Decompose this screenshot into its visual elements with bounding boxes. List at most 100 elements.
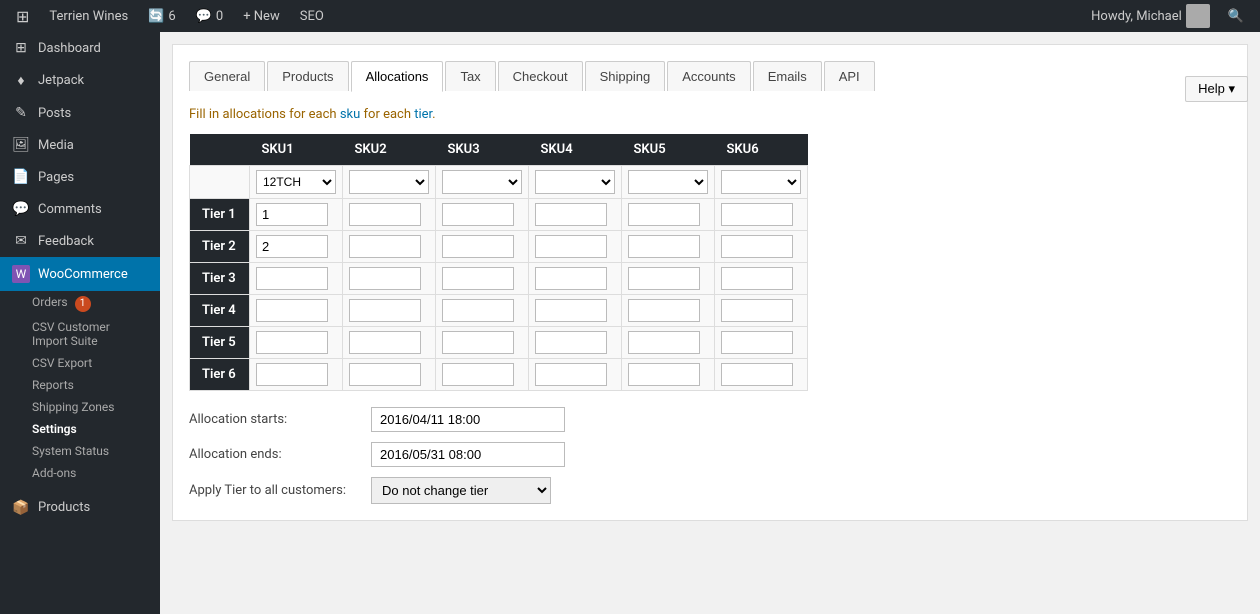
tier3-sku5-input[interactable] — [628, 267, 700, 290]
sku5-dropdown[interactable] — [628, 170, 708, 194]
tier1-sku1-input[interactable] — [256, 203, 328, 226]
tab-emails[interactable]: Emails — [753, 61, 822, 91]
col-header-sku1: SKU1 — [250, 134, 343, 166]
tier6-label: Tier 6 — [190, 359, 250, 391]
new-button[interactable]: + New — [235, 0, 288, 32]
sidebar-item-pages[interactable]: 📄 Pages — [0, 161, 160, 193]
allocation-starts-input[interactable] — [371, 407, 565, 432]
tab-general[interactable]: General — [189, 61, 265, 91]
tier2-sku2-input[interactable] — [349, 235, 421, 258]
sidebar-item-media[interactable]: 🖼 Media — [0, 129, 160, 161]
products-icon: 📦 — [12, 500, 30, 516]
tier4-sku1-input[interactable] — [256, 299, 328, 322]
tier-link[interactable]: tier — [414, 107, 432, 122]
sidebar-item-jetpack[interactable]: ♦ Jetpack — [0, 64, 160, 97]
tier6-sku1-input[interactable] — [256, 363, 328, 386]
apply-tier-select[interactable]: Do not change tier Tier 1 Tier 2 Tier 3 … — [371, 477, 551, 504]
sidebar-sub-reports[interactable]: Reports — [0, 374, 160, 396]
tier1-sku4-input[interactable] — [535, 203, 607, 226]
updates-count: 6 — [168, 9, 175, 24]
sidebar-item-products[interactable]: 📦 Products — [0, 492, 160, 524]
sku1-dropdown[interactable]: 12TCH — [256, 170, 336, 194]
tier2-sku6-input[interactable] — [721, 235, 793, 258]
updates-button[interactable]: 🔄 6 — [140, 0, 184, 32]
tier6-sku6-input[interactable] — [721, 363, 793, 386]
tab-accounts[interactable]: Accounts — [667, 61, 750, 91]
tier3-sku6-input[interactable] — [721, 267, 793, 290]
sidebar-item-woocommerce[interactable]: W WooCommerce — [0, 257, 160, 291]
tier6-sku5-input[interactable] — [628, 363, 700, 386]
comments-button[interactable]: 💬 0 — [188, 0, 232, 32]
tier4-sku5-input[interactable] — [628, 299, 700, 322]
sku3-dropdown[interactable] — [442, 170, 522, 194]
shipping-zones-label: Shipping Zones — [32, 400, 114, 414]
allocation-table: SKU1 SKU2 SKU3 SKU4 SKU5 SKU6 12 — [189, 134, 808, 391]
howdy-section[interactable]: Howdy, Michael — [1083, 0, 1218, 32]
sku-link[interactable]: sku — [340, 107, 360, 122]
tier3-sku1-input[interactable] — [256, 267, 328, 290]
tier4-sku3-input[interactable] — [442, 299, 514, 322]
tier1-sku3-input[interactable] — [442, 203, 514, 226]
tier2-sku1-input[interactable] — [256, 235, 328, 258]
tier1-label: Tier 1 — [190, 199, 250, 231]
sidebar-sub-csv-import[interactable]: CSV Customer Import Suite — [0, 316, 160, 352]
tier6-sku4-input[interactable] — [535, 363, 607, 386]
table-row: Tier 2 — [190, 231, 808, 263]
sidebar-item-posts[interactable]: ✎ Posts — [0, 97, 160, 129]
sidebar-sub-csv-export[interactable]: CSV Export — [0, 352, 160, 374]
sku2-dropdown[interactable] — [349, 170, 429, 194]
tier1-sku2-input[interactable] — [349, 203, 421, 226]
sidebar-sub-orders[interactable]: Orders 1 — [0, 291, 160, 316]
updates-icon: 🔄 — [148, 9, 164, 24]
tier5-sku4-input[interactable] — [535, 331, 607, 354]
tier4-sku4-input[interactable] — [535, 299, 607, 322]
tab-allocations[interactable]: Allocations — [351, 61, 444, 92]
tier1-sku6-input[interactable] — [721, 203, 793, 226]
site-name[interactable]: Terrien Wines — [41, 0, 136, 32]
sku6-dropdown[interactable] — [721, 170, 801, 194]
sidebar-sub-add-ons[interactable]: Add-ons — [0, 462, 160, 484]
tier5-sku2-input[interactable] — [349, 331, 421, 354]
comments-sidebar-icon: 💬 — [12, 201, 30, 217]
tab-tax[interactable]: Tax — [445, 61, 495, 91]
tier6-sku3-input[interactable] — [442, 363, 514, 386]
tab-checkout[interactable]: Checkout — [498, 61, 583, 91]
search-button[interactable]: 🔍 — [1220, 0, 1252, 32]
csv-export-label: CSV Export — [32, 356, 92, 370]
allocation-ends-input[interactable] — [371, 442, 565, 467]
sku4-dropdown[interactable] — [535, 170, 615, 194]
seo-button[interactable]: SEO — [292, 0, 332, 32]
wp-logo-icon[interactable]: ⊞ — [8, 0, 37, 32]
tier3-sku4-input[interactable] — [535, 267, 607, 290]
sidebar-sub-shipping-zones[interactable]: Shipping Zones — [0, 396, 160, 418]
tier3-label: Tier 3 — [190, 263, 250, 295]
tab-shipping[interactable]: Shipping — [585, 61, 666, 91]
tier5-sku5-input[interactable] — [628, 331, 700, 354]
tier6-sku2-input[interactable] — [349, 363, 421, 386]
tier5-sku6-input[interactable] — [721, 331, 793, 354]
tier5-sku1-input[interactable] — [256, 331, 328, 354]
tier2-sku3-input[interactable] — [442, 235, 514, 258]
tier4-sku2-input[interactable] — [349, 299, 421, 322]
tier5-sku3-input[interactable] — [442, 331, 514, 354]
tier4-sku6-input[interactable] — [721, 299, 793, 322]
col-header-sku2: SKU2 — [343, 134, 436, 166]
sku3-dropdown-cell — [436, 166, 529, 199]
tab-api[interactable]: API — [824, 61, 875, 91]
tier2-sku5-input[interactable] — [628, 235, 700, 258]
sidebar-item-feedback[interactable]: ✉ Feedback — [0, 225, 160, 257]
sidebar-sub-settings[interactable]: Settings — [0, 418, 160, 440]
tab-products[interactable]: Products — [267, 61, 348, 91]
tier2-sku4-input[interactable] — [535, 235, 607, 258]
sidebar-item-dashboard[interactable]: ⊞ Dashboard — [0, 32, 160, 64]
tier1-sku5-input[interactable] — [628, 203, 700, 226]
tier4-sku5-cell — [622, 295, 715, 327]
help-button[interactable]: Help ▾ — [1185, 76, 1248, 102]
tier2-sku1-cell — [250, 231, 343, 263]
media-icon: 🖼 — [12, 137, 30, 153]
sidebar-item-label: Feedback — [38, 234, 94, 249]
sidebar-item-comments[interactable]: 💬 Comments — [0, 193, 160, 225]
tier3-sku3-input[interactable] — [442, 267, 514, 290]
sidebar-sub-system-status[interactable]: System Status — [0, 440, 160, 462]
tier3-sku2-input[interactable] — [349, 267, 421, 290]
